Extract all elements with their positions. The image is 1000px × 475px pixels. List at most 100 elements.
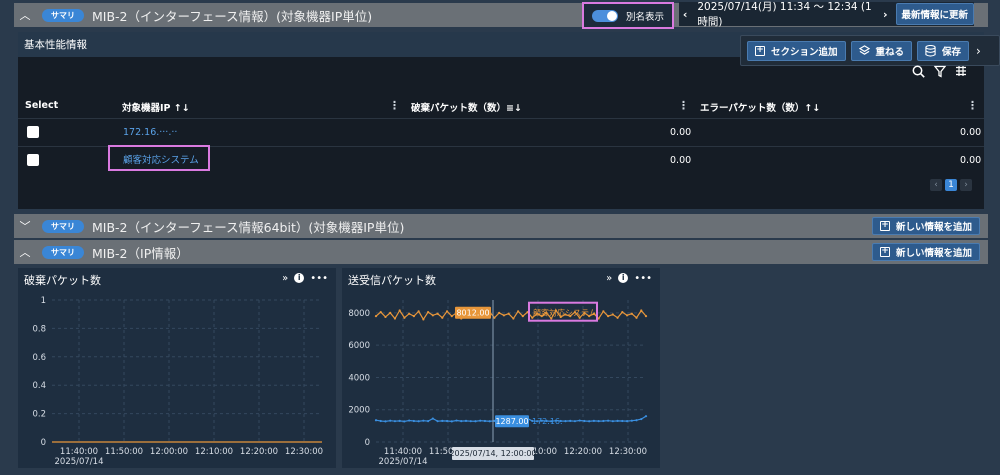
data-point <box>474 420 477 423</box>
prev-page-button[interactable]: ‹ <box>930 179 942 191</box>
add-section-label: セクション追加 <box>771 46 838 58</box>
table-row[interactable]: 顧客対応システム 0.00 0.00 <box>18 145 984 172</box>
plus-icon: + <box>755 44 765 56</box>
data-point <box>616 419 619 422</box>
data-point <box>573 420 577 423</box>
alias-toggle[interactable]: 別名表示 <box>582 2 674 29</box>
data-point <box>621 419 624 423</box>
column-menu-icon[interactable]: ⋮ <box>967 99 978 112</box>
section-bar-ip-info[interactable]: ︿ サマリ MIB-2（IP情報） + 新しい情報を追加 <box>14 240 988 264</box>
data-point <box>408 312 411 315</box>
x-tick-label: 12:10:00 <box>195 447 233 457</box>
save-label: 保存 <box>942 46 962 58</box>
data-point <box>644 415 648 418</box>
y-tick-label: 0.8 <box>32 324 46 334</box>
x-tick-label: 11:50:00 <box>105 447 143 457</box>
more-icon[interactable]: ••• <box>310 273 328 284</box>
add-info-button[interactable]: + 新しい情報を追加 <box>871 217 980 235</box>
data-point <box>592 419 595 422</box>
data-point <box>607 315 610 318</box>
data-point <box>517 310 520 313</box>
chevron-down-icon[interactable]: ﹀ <box>14 218 36 234</box>
row-checkbox[interactable] <box>27 154 39 166</box>
data-point <box>422 419 425 422</box>
refresh-button[interactable]: 最新情報に更新 <box>895 3 975 25</box>
toggle-label: 別名表示 <box>626 11 665 23</box>
discard-value: 0.00 <box>670 155 692 166</box>
column-menu-icon[interactable]: ⋮ <box>678 99 689 112</box>
data-point <box>436 312 439 315</box>
data-point <box>602 310 605 313</box>
overlay-label: 重ねる <box>875 46 905 58</box>
chevron-left-icon[interactable]: ‹ <box>679 8 691 21</box>
col-target-ip[interactable]: 対象機器IP ↑↓ <box>122 100 190 114</box>
tooltip-value-label: 8012.00 <box>456 309 489 318</box>
section-title: MIB-2（インターフェース情報64bit）(対象機器IP単位) <box>92 219 405 235</box>
overlay-button[interactable]: 重ねる <box>850 40 913 61</box>
toggle-switch[interactable] <box>592 9 618 22</box>
traffic-packets-chart-panel: 送受信パケット数 » i ••• 8000 6000 4000 2000 0 11:40:… <box>342 268 660 468</box>
column-settings-icon[interactable] <box>955 65 967 77</box>
data-point <box>588 420 591 423</box>
data-point <box>374 315 378 318</box>
data-point <box>422 318 425 321</box>
time-range-text[interactable]: 2025/07/14(月) 11:34 〜 12:34 (1時間) <box>697 0 873 29</box>
next-page-button[interactable]: › <box>960 179 972 191</box>
collapse-icon[interactable]: » <box>282 273 288 284</box>
data-point <box>611 420 614 423</box>
section-bar-interface-64bit[interactable]: ﹀ サマリ MIB-2（インターフェース情報64bit）(対象機器IP単位) +… <box>14 214 988 238</box>
info-icon[interactable]: i <box>618 273 629 283</box>
data-point <box>412 315 415 318</box>
chevron-up-icon[interactable]: ︿ <box>14 7 36 23</box>
discard-packets-chart-panel: 破棄パケット数 » i ••• 1 0.8 0.6 0.4 0.2 0 11:40:00 11… <box>18 268 336 468</box>
plus-icon: + <box>879 246 890 257</box>
row-checkbox[interactable] <box>27 126 39 138</box>
data-point <box>512 317 515 320</box>
save-button[interactable]: 保存 <box>917 40 970 61</box>
series-line <box>375 308 647 321</box>
col-select: Select <box>25 100 59 111</box>
error-value: 0.00 <box>960 127 982 138</box>
chevron-right-icon[interactable]: › <box>976 44 981 58</box>
table-row[interactable]: 172.16.···.·· 0.00 0.00 <box>18 118 984 144</box>
data-point <box>630 419 633 422</box>
x-date-label: 2025/07/14 <box>55 457 104 467</box>
data-point <box>602 419 605 423</box>
data-point <box>507 312 510 315</box>
data-point <box>417 310 420 313</box>
x-tick-label: 11:40:00 <box>60 447 98 457</box>
data-point <box>393 420 397 423</box>
section-toolbar: + セクション追加 重ねる 保存 › <box>740 35 1000 66</box>
x-tick-label: 11:40:00 <box>384 447 422 457</box>
search-icon[interactable] <box>912 65 925 78</box>
col-error-packets[interactable]: エラーパケット数（数）↑↓ <box>700 100 820 114</box>
chart-icons: » i ••• <box>282 273 328 284</box>
y-tick-label: 2000 <box>348 406 370 416</box>
add-section-button[interactable]: + セクション追加 <box>747 40 846 61</box>
section-title: MIB-2（インターフェース情報）(対象機器IP単位) <box>92 8 373 24</box>
y-tick-label: 0 <box>365 438 370 448</box>
chevron-right-icon[interactable]: › <box>879 8 891 21</box>
y-tick-label: 1 <box>41 296 46 306</box>
filter-icon[interactable] <box>934 65 946 78</box>
page-number-button[interactable]: 1 <box>945 179 957 191</box>
data-point <box>441 316 444 319</box>
data-point <box>616 316 619 319</box>
column-menu-icon[interactable]: ⋮ <box>389 99 400 112</box>
collapse-icon[interactable]: » <box>606 273 612 284</box>
chevron-up-icon[interactable]: ︿ <box>14 244 36 260</box>
table-header: Select 対象機器IP ↑↓ ⋮ 破棄パケット数（数）≡↓ ⋮ エラーパケッ… <box>18 93 984 118</box>
add-info-button[interactable]: + 新しい情報を追加 <box>871 243 980 261</box>
discard-chart-svg: 1 0.8 0.6 0.4 0.2 0 11:40:00 11:50:00 12:00:00 12… <box>32 296 323 467</box>
more-icon[interactable]: ••• <box>634 273 652 284</box>
alias-link[interactable]: 顧客対応システム <box>108 145 210 171</box>
ip-link[interactable]: 172.16.···.·· <box>123 127 177 138</box>
data-point <box>483 419 487 423</box>
info-icon[interactable]: i <box>294 273 305 283</box>
data-point <box>479 419 482 422</box>
x-tick-label: 12:00:00 <box>150 447 188 457</box>
data-point <box>403 420 406 423</box>
y-tick-label: 0 <box>41 438 46 448</box>
data-point <box>384 420 387 423</box>
col-discard-packets[interactable]: 破棄パケット数（数）≡↓ <box>411 100 522 114</box>
